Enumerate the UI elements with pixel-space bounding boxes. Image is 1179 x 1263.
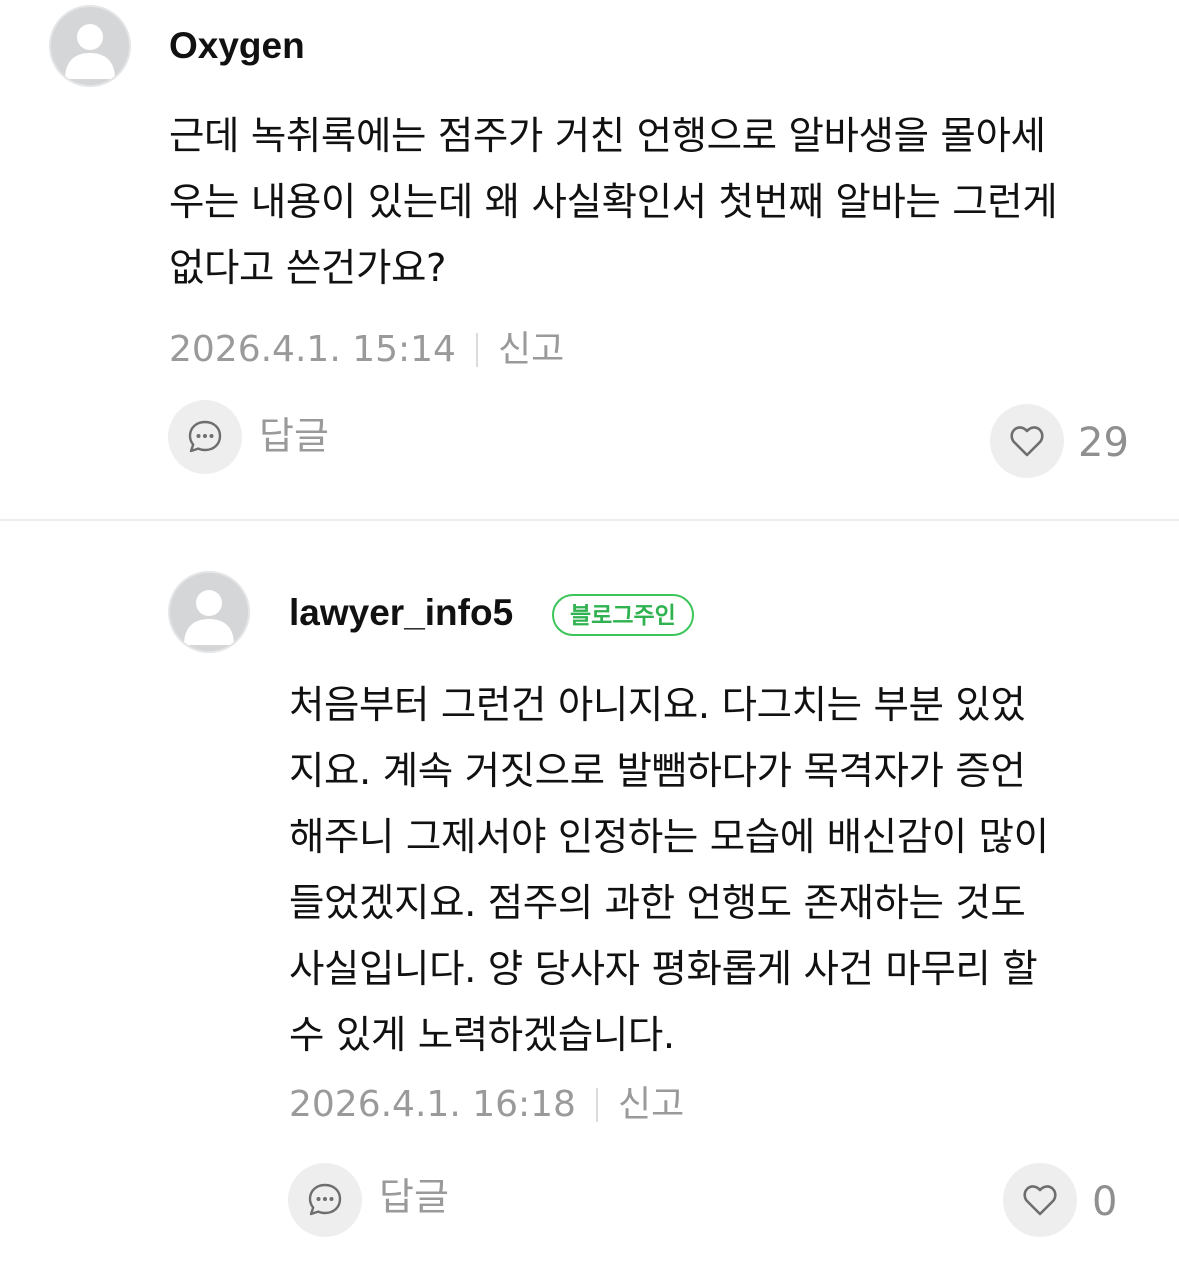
comment-meta: 2026.4.1. 15:14 신고 — [169, 332, 564, 368]
like-button[interactable] — [990, 404, 1064, 478]
reply-button[interactable] — [168, 400, 242, 474]
comment-timestamp: 2026.4.1. 15:14 — [169, 329, 456, 370]
reply-comment-item: lawyer_info5 블로그주인 처음부터 그런건 아니지요. 다그치는 부… — [0, 521, 1179, 1263]
avatar[interactable] — [49, 5, 131, 87]
comment-author[interactable]: Oxygen — [169, 27, 305, 64]
blog-owner-badge: 블로그주인 — [552, 594, 694, 636]
comment-author[interactable]: lawyer_info5 — [289, 594, 513, 631]
avatar[interactable] — [168, 571, 250, 653]
report-link[interactable]: 신고 — [618, 1087, 684, 1123]
comment-timestamp: 2026.4.1. 16:18 — [289, 1084, 576, 1125]
user-silhouette-icon — [65, 24, 115, 79]
like-count: 29 — [1078, 420, 1129, 466]
speech-bubble-icon — [188, 420, 222, 453]
comment-meta: 2026.4.1. 16:18 신고 — [289, 1087, 684, 1123]
like-button[interactable] — [1003, 1163, 1077, 1237]
comment-item: Oxygen 근데 녹취록에는 점주가 거친 언행으로 알바생을 몰아세 우는 … — [0, 0, 1179, 519]
meta-divider — [475, 333, 478, 367]
speech-bubble-icon — [308, 1183, 342, 1216]
reply-label[interactable]: 답글 — [379, 1178, 449, 1216]
reply-label[interactable]: 답글 — [259, 417, 329, 455]
comment-text: 근데 녹취록에는 점주가 거친 언행으로 알바생을 몰아세 우는 내용이 있는데… — [169, 114, 1058, 291]
reply-button[interactable] — [288, 1163, 362, 1237]
meta-divider — [595, 1088, 598, 1122]
heart-icon — [1010, 426, 1044, 457]
heart-icon — [1023, 1185, 1057, 1216]
comment-text: 처음부터 그런건 아니지요. 다그치는 부분 있었 지요. 계속 거짓으로 발뺌… — [289, 683, 1049, 1058]
user-silhouette-icon — [184, 590, 234, 645]
like-count: 0 — [1092, 1179, 1118, 1225]
report-link[interactable]: 신고 — [498, 332, 564, 368]
